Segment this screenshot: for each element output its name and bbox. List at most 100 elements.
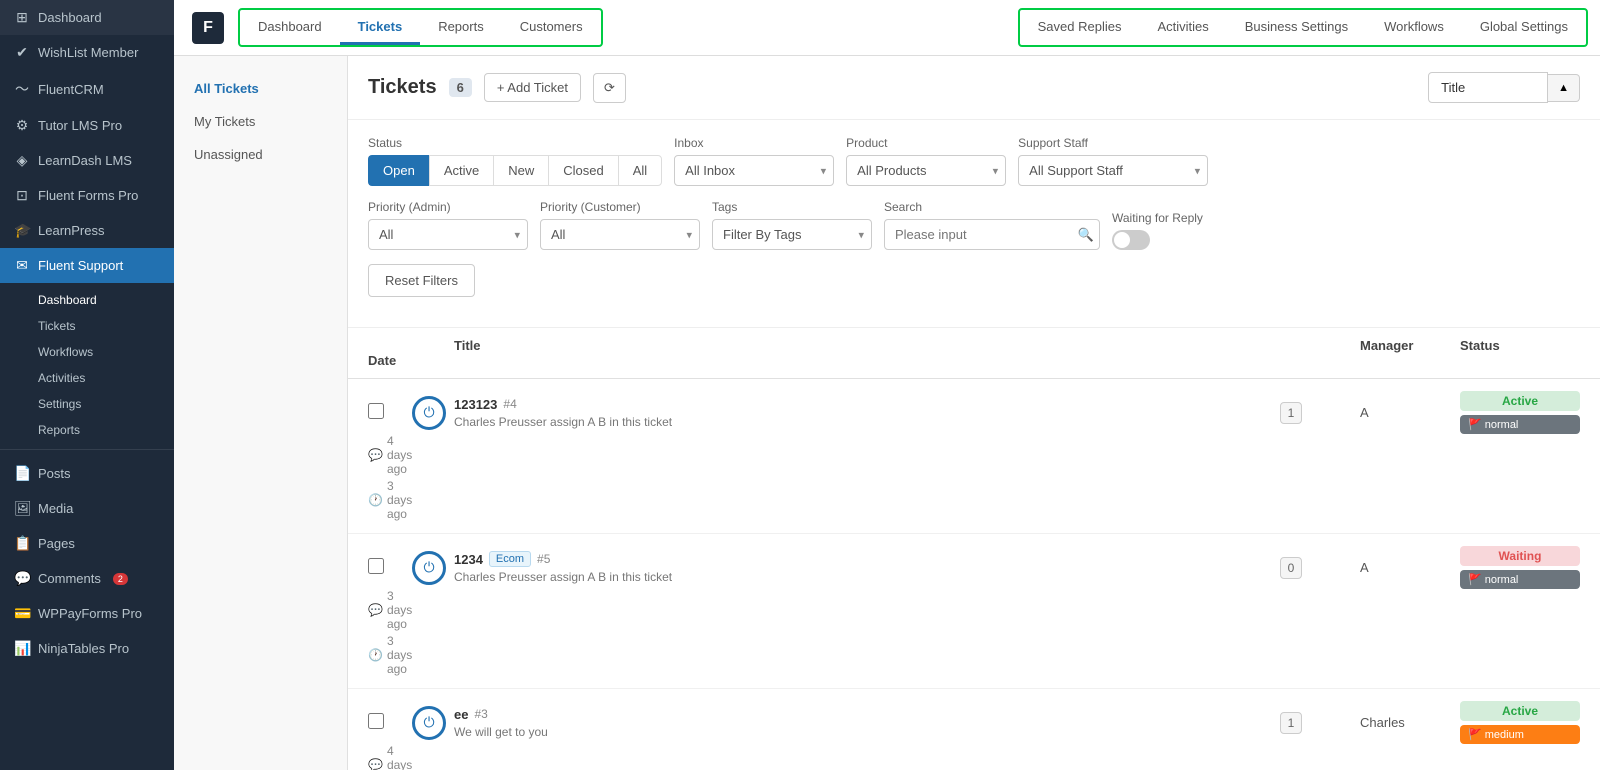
sidebar-item-fluentforms[interactable]: ⊡ Fluent Forms Pro xyxy=(0,178,174,213)
table-row[interactable]: ⏻ 1234 Ecom #5 Charles Preusser assign A… xyxy=(348,534,1600,689)
sidebar-item-learndash[interactable]: ◈ LearnDash LMS xyxy=(0,143,174,178)
refresh-button[interactable]: ⟳ xyxy=(593,73,626,103)
sidebar-item-label: WishList Member xyxy=(38,45,138,60)
sidebar-item-tutorlms[interactable]: ⚙ Tutor LMS Pro xyxy=(0,108,174,143)
status-btn-all[interactable]: All xyxy=(618,155,662,186)
sidebar-item-label: Dashboard xyxy=(38,10,102,25)
sidebar-item-ninjatables[interactable]: 📊 NinjaTables Pro xyxy=(0,631,174,666)
search-input[interactable] xyxy=(884,219,1100,250)
nav-tab-activities[interactable]: Activities xyxy=(1139,10,1226,45)
priority-customer-select[interactable]: All xyxy=(540,219,700,250)
ticket-icon-cell: ⏻ xyxy=(404,551,454,585)
product-select[interactable]: All Products xyxy=(846,155,1006,186)
content-area: All Tickets My Tickets Unassigned Ticket… xyxy=(174,56,1600,770)
sidebar-item-fluentsupport[interactable]: ✉ Fluent Support xyxy=(0,248,174,283)
tags-select-wrap: Filter By Tags xyxy=(712,219,872,250)
nav-tab-customers[interactable]: Customers xyxy=(502,10,601,45)
ticket-icon-cell: ⏻ xyxy=(404,396,454,430)
status-cell: Active 🚩 medium xyxy=(1460,701,1580,744)
filter-search-group: Search 🔍 xyxy=(884,200,1100,250)
wppayforms-icon: 💳 xyxy=(14,605,30,622)
staff-select[interactable]: All Support Staff xyxy=(1018,155,1208,186)
reply-count-cell: 1 xyxy=(1280,402,1360,424)
ticket-title-row: ee #3 xyxy=(454,707,1280,722)
ticket-title-row: 123123 #4 xyxy=(454,397,1280,412)
nav-tab-reports[interactable]: Reports xyxy=(420,10,502,45)
nav-tab-dashboard[interactable]: Dashboard xyxy=(240,10,340,45)
logo: F xyxy=(192,12,224,44)
nav-tab-global-settings[interactable]: Global Settings xyxy=(1462,10,1586,45)
tags-select[interactable]: Filter By Tags xyxy=(712,219,872,250)
sidebar-item-posts[interactable]: 📄 Posts xyxy=(0,456,174,491)
reply-count: 1 xyxy=(1280,402,1302,424)
table-row[interactable]: ⏻ ee #3 We will get to you 1 Charles Act… xyxy=(348,689,1600,770)
status-btn-new[interactable]: New xyxy=(493,155,548,186)
row-checkbox-cell xyxy=(368,558,404,577)
panel-link-my-tickets[interactable]: My Tickets xyxy=(174,105,347,138)
title-sort-caret[interactable]: ▲ xyxy=(1548,74,1580,102)
date-comment: 💬3 days ago xyxy=(368,589,404,631)
ticket-number: #3 xyxy=(474,707,487,721)
filter-priority-customer-group: Priority (Customer) All xyxy=(540,200,700,250)
nav-tab-saved-replies[interactable]: Saved Replies xyxy=(1020,10,1140,45)
ticket-name: ee xyxy=(454,707,468,722)
table-row[interactable]: ⏻ 123123 #4 Charles Preusser assign A B … xyxy=(348,379,1600,534)
tags-filter-label: Tags xyxy=(712,200,872,214)
inbox-select[interactable]: All Inbox xyxy=(674,155,834,186)
sidebar-sub-tickets[interactable]: Tickets xyxy=(0,313,174,339)
row-checkbox[interactable] xyxy=(368,558,384,574)
panel-link-unassigned[interactable]: Unassigned xyxy=(174,138,347,171)
sidebar-item-fluentcrm[interactable]: 〜 FluentCRM xyxy=(0,70,174,108)
sidebar-item-pages[interactable]: 📋 Pages xyxy=(0,526,174,561)
priority-badge: 🚩 normal xyxy=(1460,570,1580,589)
title-sort-select[interactable]: Title xyxy=(1428,72,1548,103)
status-btn-active[interactable]: Active xyxy=(429,155,493,186)
sidebar-sub-activities[interactable]: Activities xyxy=(0,365,174,391)
status-cell: Waiting 🚩 normal xyxy=(1460,546,1580,589)
ticket-desc: We will get to you xyxy=(454,725,1280,739)
reset-filters-button[interactable]: Reset Filters xyxy=(368,264,475,297)
ticket-info-cell: ee #3 We will get to you xyxy=(454,707,1280,739)
sidebar-item-learnpress[interactable]: 🎓 LearnPress xyxy=(0,213,174,248)
add-ticket-button[interactable]: + Add Ticket xyxy=(484,73,581,102)
status-btn-open[interactable]: Open xyxy=(368,155,429,186)
wishlist-icon: ✔ xyxy=(14,44,30,61)
sidebar-sub-reports[interactable]: Reports xyxy=(0,417,174,443)
col-replies xyxy=(1280,338,1360,353)
sidebar-item-label: LearnPress xyxy=(38,223,104,238)
sidebar-sub-dashboard[interactable]: Dashboard xyxy=(0,287,174,313)
filter-waiting-group: Waiting for Reply xyxy=(1112,211,1203,250)
status-btn-closed[interactable]: Closed xyxy=(548,155,617,186)
nav-tab-business-settings[interactable]: Business Settings xyxy=(1227,10,1366,45)
logo-area: F xyxy=(186,0,230,55)
filter-staff-group: Support Staff All Support Staff xyxy=(1018,136,1208,186)
row-checkbox[interactable] xyxy=(368,403,384,419)
row-checkbox-cell xyxy=(368,713,404,732)
sidebar-item-comments[interactable]: 💬 Comments 2 xyxy=(0,561,174,596)
fluentforms-icon: ⊡ xyxy=(14,187,30,204)
nav-tab-workflows[interactable]: Workflows xyxy=(1366,10,1462,45)
panel-link-all-tickets[interactable]: All Tickets xyxy=(174,72,347,105)
reply-count: 0 xyxy=(1280,557,1302,579)
filter-row-3: Reset Filters xyxy=(368,264,1580,297)
waiting-toggle[interactable] xyxy=(1112,230,1150,250)
status-filter-label: Status xyxy=(368,136,662,150)
nav-tab-tickets[interactable]: Tickets xyxy=(340,10,421,45)
reply-count-cell: 0 xyxy=(1280,557,1360,579)
sidebar-item-wishlist[interactable]: ✔ WishList Member xyxy=(0,35,174,70)
priority-admin-label: Priority (Admin) xyxy=(368,200,528,214)
learndash-icon: ◈ xyxy=(14,152,30,169)
sidebar-item-media[interactable]: 🖼 Media xyxy=(0,491,174,526)
posts-icon: 📄 xyxy=(14,465,30,482)
priority-admin-select[interactable]: All xyxy=(368,219,528,250)
sidebar-item-label: Posts xyxy=(38,466,71,481)
status-cell: Active 🚩 normal xyxy=(1460,391,1580,434)
col-manager: Manager xyxy=(1360,338,1460,353)
row-checkbox[interactable] xyxy=(368,713,384,729)
sidebar-sub-workflows[interactable]: Workflows xyxy=(0,339,174,365)
inbox-select-wrap: All Inbox xyxy=(674,155,834,186)
sidebar-item-wppayforms[interactable]: 💳 WPPayForms Pro xyxy=(0,596,174,631)
sidebar-item-dashboard[interactable]: ⊞ Dashboard xyxy=(0,0,174,35)
col-status: Status xyxy=(1460,338,1580,353)
sidebar-sub-settings[interactable]: Settings xyxy=(0,391,174,417)
